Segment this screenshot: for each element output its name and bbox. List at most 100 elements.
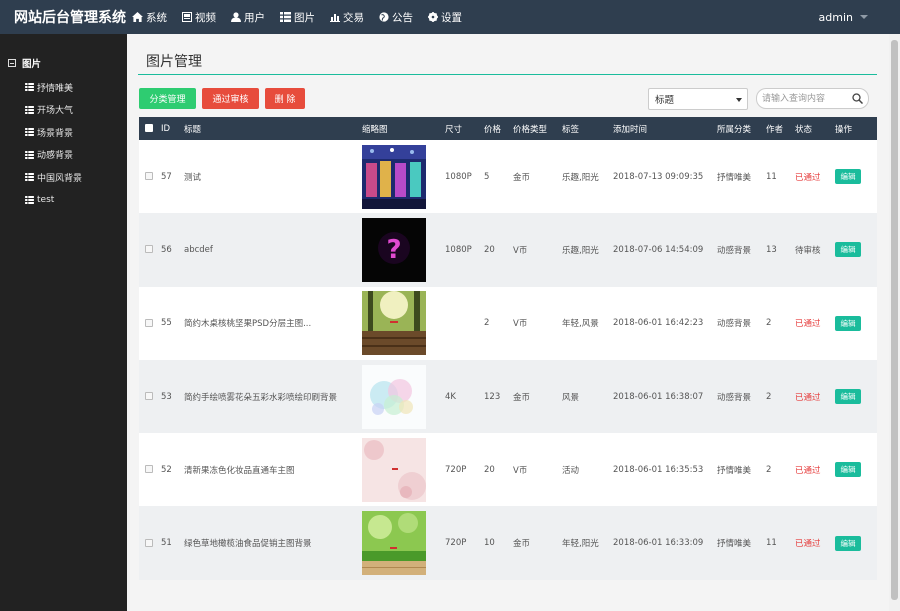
cell-tags: 年轻,风景 (562, 319, 599, 330)
header-size: 尺寸 (445, 124, 463, 135)
brand-title[interactable]: 网站后台管理系统 (0, 7, 132, 27)
sidebar-item-test[interactable]: test (0, 189, 127, 212)
cell-price-type: 金币 (513, 539, 531, 550)
cell-added-time: 2018-06-01 16:42:23 (613, 318, 704, 329)
nav-item-notice[interactable]: 公告 (379, 10, 413, 25)
nav-item-video[interactable]: 视频 (182, 10, 216, 25)
row-checkbox[interactable] (145, 318, 153, 327)
delete-button[interactable]: 删 除 (265, 88, 305, 109)
search-icon[interactable] (852, 93, 863, 104)
thumbnail-image (362, 364, 426, 429)
header-id: ID (161, 123, 171, 134)
cell-price-type: 金币 (513, 172, 531, 183)
cell-price: 123 (484, 391, 501, 402)
bar-chart-icon (330, 14, 340, 22)
edit-button[interactable]: 编辑 (835, 462, 861, 478)
page-title: 图片管理 (146, 54, 202, 70)
filter-select[interactable]: 标题 (648, 88, 748, 110)
cell-id: 51 (161, 538, 172, 549)
sidebar-item-lyric[interactable]: 抒情唯美 (0, 76, 127, 99)
user-menu[interactable]: admin (819, 0, 868, 34)
header-price-type: 价格类型 (513, 124, 548, 135)
thumbnail-image (362, 144, 426, 209)
table-header-row: ID 标题 缩略图 尺寸 价格 价格类型 标签 添加时间 所属分类 作者 状态 … (139, 117, 877, 140)
sidebar-item-chinese[interactable]: 中国风背景 (0, 166, 127, 189)
scrollbar-thumb[interactable] (891, 40, 898, 600)
home-icon (132, 12, 143, 22)
thumbnail-image (362, 511, 426, 576)
cell-tags: 风景 (562, 392, 580, 403)
cell-author: 11 (766, 538, 777, 549)
status-badge: 待审核 (795, 245, 821, 256)
nav-item-label: 公告 (392, 11, 413, 24)
table-row: 57 测试 1080P 5 金币 乐趣,阳光 2018-07-13 09:09:… (139, 140, 877, 214)
select-all-checkbox[interactable] (145, 124, 153, 132)
thumbnail-image (362, 291, 426, 356)
nav-item-user[interactable]: 用户 (231, 10, 265, 25)
cell-author: 2 (766, 391, 772, 402)
row-checkbox[interactable] (145, 538, 153, 547)
globe-icon (379, 12, 389, 22)
row-checkbox[interactable] (145, 245, 153, 254)
list-icon (25, 173, 34, 182)
nav-item-system[interactable]: 系统 (132, 10, 167, 25)
cell-title: 绿色草地橄榄油食品促销主图背景 (184, 539, 312, 550)
collapse-icon[interactable] (8, 59, 16, 67)
edit-button[interactable]: 编辑 (835, 242, 861, 258)
cell-author: 11 (766, 171, 777, 182)
edit-button[interactable]: 编辑 (835, 535, 861, 551)
status-badge: 已通过 (795, 319, 821, 330)
cell-category: 动感背景 (717, 319, 752, 330)
row-checkbox[interactable] (145, 172, 153, 181)
cell-title: 简约木桌核桃坚果PSD分层主图... (184, 319, 312, 330)
list-icon (280, 12, 291, 22)
cell-added-time: 2018-06-01 16:33:09 (613, 538, 704, 549)
main-content: 图片管理 分类管理 通过审核 删 除 标题 ID 标题 缩略图 尺寸 价格 价格… (127, 34, 900, 611)
cell-price: 10 (484, 538, 495, 549)
status-badge: 已通过 (795, 465, 821, 476)
nav-item-trade[interactable]: 交易 (330, 10, 364, 25)
row-checkbox[interactable] (145, 392, 153, 401)
nav-item-settings[interactable]: 设置 (428, 10, 462, 25)
cell-author: 2 (766, 464, 772, 475)
user-icon (231, 12, 241, 22)
sidebar-item-label: 开场大气 (37, 106, 74, 117)
title-divider (138, 74, 877, 75)
cell-price-type: V币 (513, 245, 528, 256)
sidebar-item-label: 抒情唯美 (37, 83, 74, 94)
sidebar-item-label: 动感背景 (37, 151, 74, 162)
row-checkbox[interactable] (145, 465, 153, 474)
cell-id: 56 (161, 244, 172, 255)
cell-id: 53 (161, 391, 172, 402)
sidebar-item-dynamic[interactable]: 动感背景 (0, 144, 127, 167)
user-name: admin (818, 10, 853, 24)
edit-button[interactable]: 编辑 (835, 315, 861, 331)
cell-price: 20 (484, 244, 495, 255)
nav-item-label: 设置 (441, 11, 462, 24)
category-manage-button[interactable]: 分类管理 (139, 88, 196, 109)
edit-button[interactable]: 编辑 (835, 169, 861, 185)
sidebar-item-opening[interactable]: 开场大气 (0, 99, 127, 122)
nav-item-label: 用户 (244, 11, 265, 24)
sidebar-root-label: 图片 (22, 59, 42, 70)
status-badge: 已通过 (795, 392, 821, 403)
cell-tags: 年轻,阳光 (562, 539, 599, 550)
sidebar-root-picture[interactable]: 图片 (0, 34, 127, 70)
cell-price: 5 (484, 171, 490, 182)
cell-id: 55 (161, 318, 172, 329)
cell-tags: 活动 (562, 465, 580, 476)
list-icon (25, 150, 34, 159)
nav-item-label: 视频 (195, 11, 216, 24)
top-navbar: 网站后台管理系统 系统 视频 用户 图片 交易 公告 设置 admin (0, 0, 900, 34)
header-category: 所属分类 (717, 124, 752, 135)
cell-added-time: 2018-07-06 14:54:09 (613, 244, 704, 255)
main-nav: 系统 视频 用户 图片 交易 公告 设置 (132, 10, 477, 25)
sidebar-item-scene[interactable]: 场景背景 (0, 121, 127, 144)
cell-size: 1080P (445, 244, 472, 255)
edit-button[interactable]: 编辑 (835, 389, 861, 405)
cell-author: 13 (766, 244, 777, 255)
chevron-down-icon (736, 98, 742, 102)
nav-item-picture[interactable]: 图片 (280, 10, 315, 25)
status-badge: 已通过 (795, 539, 821, 550)
approve-button[interactable]: 通过审核 (202, 88, 259, 109)
